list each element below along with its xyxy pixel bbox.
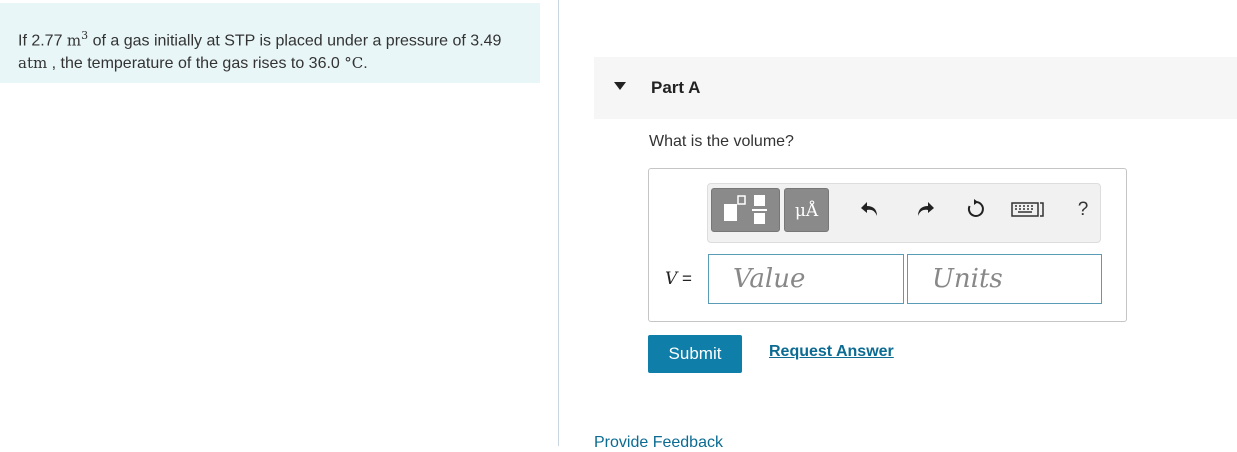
collapse-caret-icon[interactable] (614, 82, 626, 90)
request-answer-link[interactable]: Request Answer (769, 343, 894, 361)
part-title: Part A (651, 78, 701, 97)
templates-icon (724, 195, 767, 224)
volume-unit: m (66, 31, 82, 50)
help-icon[interactable]: ? (1071, 198, 1095, 222)
value-input[interactable]: Value (708, 254, 904, 304)
redo-icon[interactable] (913, 198, 937, 222)
templates-button[interactable] (711, 188, 780, 232)
undo-icon[interactable] (858, 198, 882, 222)
column-divider (558, 0, 559, 446)
units-input[interactable]: Units (907, 254, 1102, 304)
variable-label: V = (665, 269, 692, 289)
units-button[interactable]: μÅ (784, 188, 829, 232)
question-text: What is the volume? (649, 133, 794, 150)
pressure-unit: atm (18, 54, 48, 73)
math-toolbar: μÅ ? (707, 183, 1101, 243)
problem-statement: If 2.77 m3 of a gas initially at STP is … (0, 3, 540, 83)
part-a-header[interactable]: Part A (594, 57, 1237, 119)
answer-box: μÅ ? V = Value Units (648, 168, 1127, 322)
keyboard-icon[interactable] (1011, 198, 1045, 222)
provide-feedback-link[interactable]: Provide Feedback (594, 434, 723, 452)
submit-button[interactable]: Submit (648, 335, 742, 373)
problem-text: If 2.77 m3 of a gas initially at STP is … (18, 29, 502, 73)
temperature-unit: °C (344, 54, 364, 73)
reset-icon[interactable] (964, 198, 988, 222)
